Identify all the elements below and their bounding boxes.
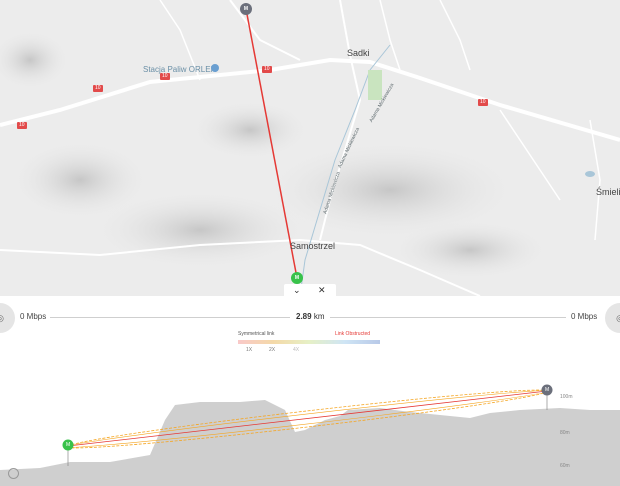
legend-symmetrical: Symmetrical link: [238, 331, 275, 337]
elevation-profile: [0, 384, 620, 486]
elevation-label: 60m: [560, 463, 570, 469]
map-view[interactable]: Sadki Samostrzel Śmieli Stacja Paliw ORL…: [0, 0, 620, 296]
right-radio-button[interactable]: ◎: [605, 303, 620, 333]
fuel-station-icon[interactable]: [211, 64, 219, 72]
legend-gradient-bar: [238, 340, 380, 344]
legend-tick: 2X: [269, 347, 276, 353]
road-badge: 10: [160, 73, 170, 80]
elevation-label: 80m: [560, 430, 570, 436]
road-badge: 10: [478, 99, 488, 106]
legend-tick: 4X: [293, 347, 300, 353]
settings-gear-icon[interactable]: [8, 468, 19, 479]
panel-controls: ⌄ ✕: [284, 284, 336, 296]
close-icon[interactable]: ✕: [318, 284, 326, 296]
bottom-node-marker[interactable]: M: [291, 272, 303, 284]
left-radio-button[interactable]: ◎: [0, 303, 15, 333]
radio-icon: ◎: [0, 303, 15, 333]
map-canvas: [0, 0, 620, 296]
left-profile-node-label: M: [66, 442, 71, 448]
town-label-samostrzel: Samostrzel: [290, 241, 336, 251]
right-profile-node-label: M: [545, 387, 550, 393]
top-node-marker[interactable]: M: [240, 3, 252, 15]
left-speed: 0 Mbps: [20, 312, 47, 321]
road-badge: 10: [93, 85, 103, 92]
road-badge: 10: [17, 122, 27, 129]
right-distance-arrow: [330, 317, 566, 318]
poi-label[interactable]: Stacja Paliw ORLEN: [143, 65, 216, 74]
legend-tick: 1X: [246, 347, 253, 353]
collapse-chevron-icon[interactable]: ⌄: [293, 284, 301, 296]
left-distance-arrow: [50, 317, 290, 318]
town-label-smiel: Śmieli: [596, 187, 620, 197]
right-speed: 0 Mbps: [571, 312, 598, 321]
distance-readout: 2.89 km: [296, 312, 324, 321]
town-label-sadki: Sadki: [347, 48, 370, 58]
radio-icon: ◎: [616, 313, 620, 323]
distance-unit: km: [313, 312, 325, 321]
road-badge: 10: [262, 66, 272, 73]
elevation-label-top: 100m: [560, 394, 573, 400]
distance-value: 2.89: [296, 312, 312, 321]
legend-obstructed: Link Obstructed: [335, 331, 371, 337]
